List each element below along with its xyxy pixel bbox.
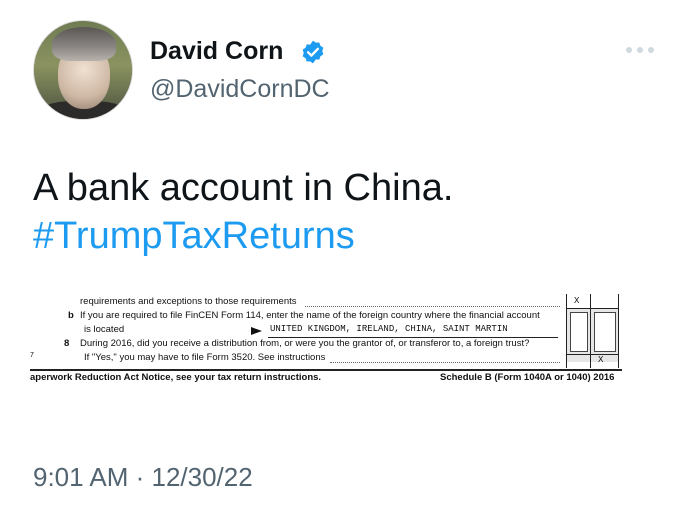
column-rule xyxy=(618,294,619,368)
tweet-timestamp[interactable]: 9:01 AM · 12/30/22 xyxy=(33,462,253,493)
hashtag-link[interactable]: #TrumpTaxReturns xyxy=(33,212,453,260)
attached-form-image[interactable]: requirements and exceptions to those req… xyxy=(30,292,650,388)
dotted-leader xyxy=(330,362,560,363)
verified-badge-icon xyxy=(302,40,324,64)
column-rule xyxy=(566,308,618,309)
form-line-label: 8 xyxy=(64,338,70,349)
form-line: is located xyxy=(84,324,125,335)
dotted-leader xyxy=(305,306,560,307)
column-rule xyxy=(590,294,591,368)
form-line: If you are required to file FinCEN Form … xyxy=(80,310,540,321)
form-line-label: b xyxy=(68,310,74,321)
column-rule xyxy=(566,354,618,355)
more-dot xyxy=(648,47,654,53)
author-name[interactable]: David Corn xyxy=(150,37,283,66)
footer-rule xyxy=(30,369,622,371)
footer-notice: aperwork Reduction Act Notice, see your … xyxy=(30,372,322,383)
more-dot xyxy=(626,47,632,53)
form-line: During 2016, did you receive a distribut… xyxy=(80,338,530,349)
tweet-card: David Corn @DavidCornDC A bank account i… xyxy=(0,0,680,514)
right-arrow-icon xyxy=(251,327,262,335)
author-handle[interactable]: @DavidCornDC xyxy=(150,75,330,104)
footer-schedule: Schedule B (Form 1040A or 1040) 2016 xyxy=(440,372,615,383)
tweet-text: A bank account in China. #TrumpTaxReturn… xyxy=(33,164,453,260)
form-line: requirements and exceptions to those req… xyxy=(80,296,297,307)
country-list: UNITED KINGDOM, IRELAND, CHINA, SAINT MA… xyxy=(270,324,508,334)
avatar-hair xyxy=(52,27,116,61)
no-mark: X xyxy=(598,355,604,365)
form-line-label: 7 xyxy=(30,352,34,359)
more-options-icon[interactable] xyxy=(626,44,656,56)
more-dot xyxy=(637,47,643,53)
avatar[interactable] xyxy=(33,20,133,120)
checkbox-cell xyxy=(570,312,588,352)
yes-mark: X xyxy=(574,296,580,306)
form-line: If "Yes," you may have to file Form 3520… xyxy=(84,352,326,363)
column-rule xyxy=(566,294,567,368)
checkbox-cell xyxy=(594,312,616,352)
tweet-text-line: A bank account in China. xyxy=(33,167,454,209)
